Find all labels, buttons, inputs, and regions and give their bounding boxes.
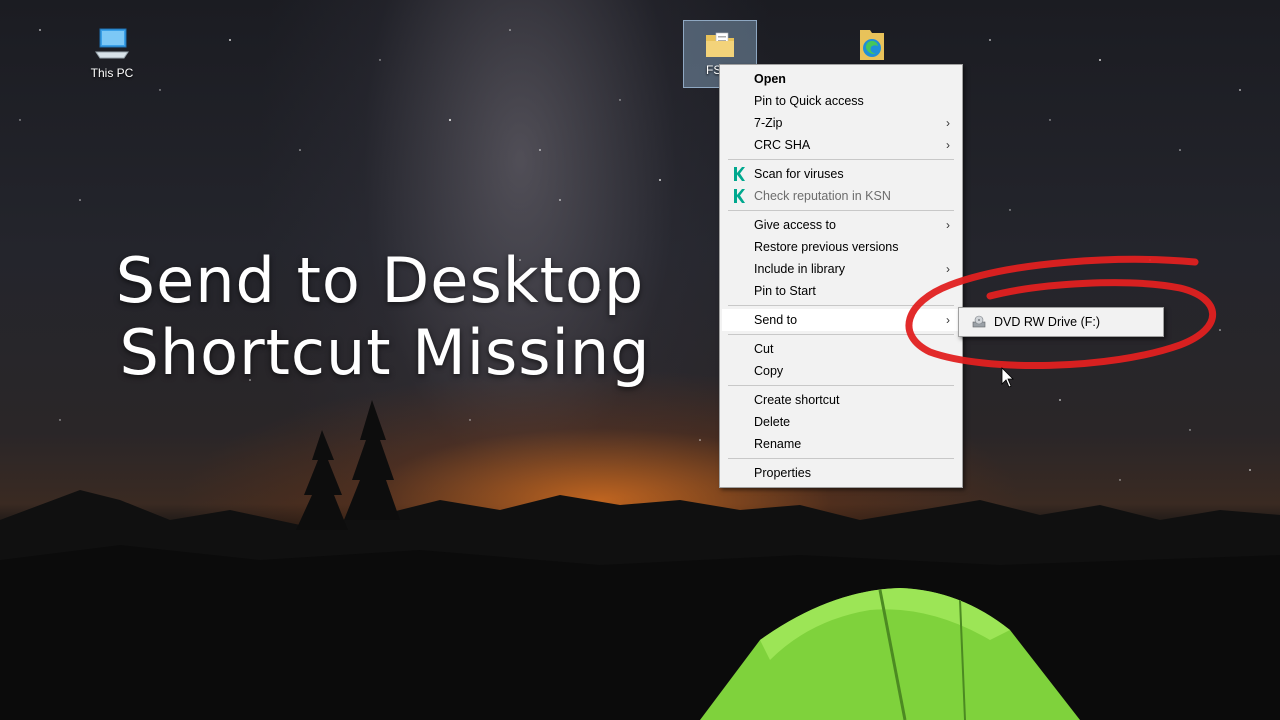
menu-item-copy[interactable]: Copy (722, 360, 960, 382)
computer-icon (94, 26, 130, 62)
menu-item-label: Delete (754, 415, 791, 429)
menu-item-restore-versions[interactable]: Restore previous versions (722, 236, 960, 258)
kaspersky-icon (734, 189, 745, 203)
menu-item-label: CRC SHA (754, 138, 811, 152)
menu-item-check-reputation[interactable]: Check reputation in KSN (722, 185, 960, 207)
headline-line-2: Shortcut Missing (119, 316, 651, 389)
submenu-item-label: DVD RW Drive (F:) (994, 315, 1101, 329)
menu-item-label: Copy (754, 364, 784, 378)
menu-item-rename[interactable]: Rename (722, 433, 960, 455)
menu-item-label: Pin to Start (754, 284, 816, 298)
folder-icon (702, 27, 738, 63)
menu-item-label: Cut (754, 342, 774, 356)
menu-separator (728, 305, 954, 306)
menu-item-label: Check reputation in KSN (754, 189, 891, 203)
menu-item-give-access[interactable]: Give access to › (722, 214, 960, 236)
chevron-right-icon: › (946, 218, 950, 232)
menu-item-label: 7-Zip (754, 116, 783, 130)
menu-item-cut[interactable]: Cut (722, 338, 960, 360)
submenu-item-dvd-drive[interactable]: DVD RW Drive (F:) (962, 311, 1160, 333)
menu-item-pin-start[interactable]: Pin to Start (722, 280, 960, 302)
menu-item-crc-sha[interactable]: CRC SHA › (722, 134, 960, 156)
menu-separator (728, 385, 954, 386)
menu-item-label: Give access to (754, 218, 836, 232)
dvd-drive-icon (972, 315, 986, 328)
pine-trees (296, 400, 400, 530)
menu-item-label: Rename (754, 437, 802, 451)
menu-item-label: Send to (754, 313, 798, 327)
menu-item-create-shortcut[interactable]: Create shortcut (722, 389, 960, 411)
desktop-icon-edge-folder[interactable] (834, 24, 910, 64)
menu-item-label: Scan for viruses (754, 167, 844, 181)
desktop-icon-this-pc[interactable]: This PC (74, 26, 150, 80)
menu-item-properties[interactable]: Properties (722, 462, 960, 484)
menu-item-label: Properties (754, 466, 811, 480)
menu-item-pin-quick-access[interactable]: Pin to Quick access (722, 90, 960, 112)
menu-item-label: Pin to Quick access (754, 94, 864, 108)
chevron-right-icon: › (946, 116, 950, 130)
menu-item-scan-viruses[interactable]: Scan for viruses (722, 163, 960, 185)
chevron-right-icon: › (946, 313, 950, 327)
menu-item-send-to[interactable]: Send to › (722, 309, 960, 331)
edge-folder-icon (854, 24, 890, 60)
menu-separator (728, 458, 954, 459)
chevron-right-icon: › (946, 262, 950, 276)
menu-separator (728, 210, 954, 211)
chevron-right-icon: › (946, 138, 950, 152)
menu-item-label: Open (754, 72, 786, 86)
menu-separator (728, 159, 954, 160)
menu-separator (728, 334, 954, 335)
menu-item-open[interactable]: Open (722, 68, 960, 90)
send-to-submenu: DVD RW Drive (F:) (958, 307, 1164, 337)
headline-line-1: Send to Desktop (115, 244, 645, 317)
menu-item-label: Create shortcut (754, 393, 840, 407)
menu-item-7zip[interactable]: 7-Zip › (722, 112, 960, 134)
kaspersky-icon (734, 167, 745, 181)
menu-item-include-library[interactable]: Include in library › (722, 258, 960, 280)
menu-item-delete[interactable]: Delete (722, 411, 960, 433)
headline: Send to Desktop Shortcut Missing (70, 245, 690, 389)
menu-item-label: Include in library (754, 262, 846, 276)
menu-item-label: Restore previous versions (754, 240, 899, 254)
desktop-icon-label: This PC (90, 66, 134, 80)
context-menu: Open Pin to Quick access 7-Zip › CRC SHA ›… (719, 64, 963, 488)
